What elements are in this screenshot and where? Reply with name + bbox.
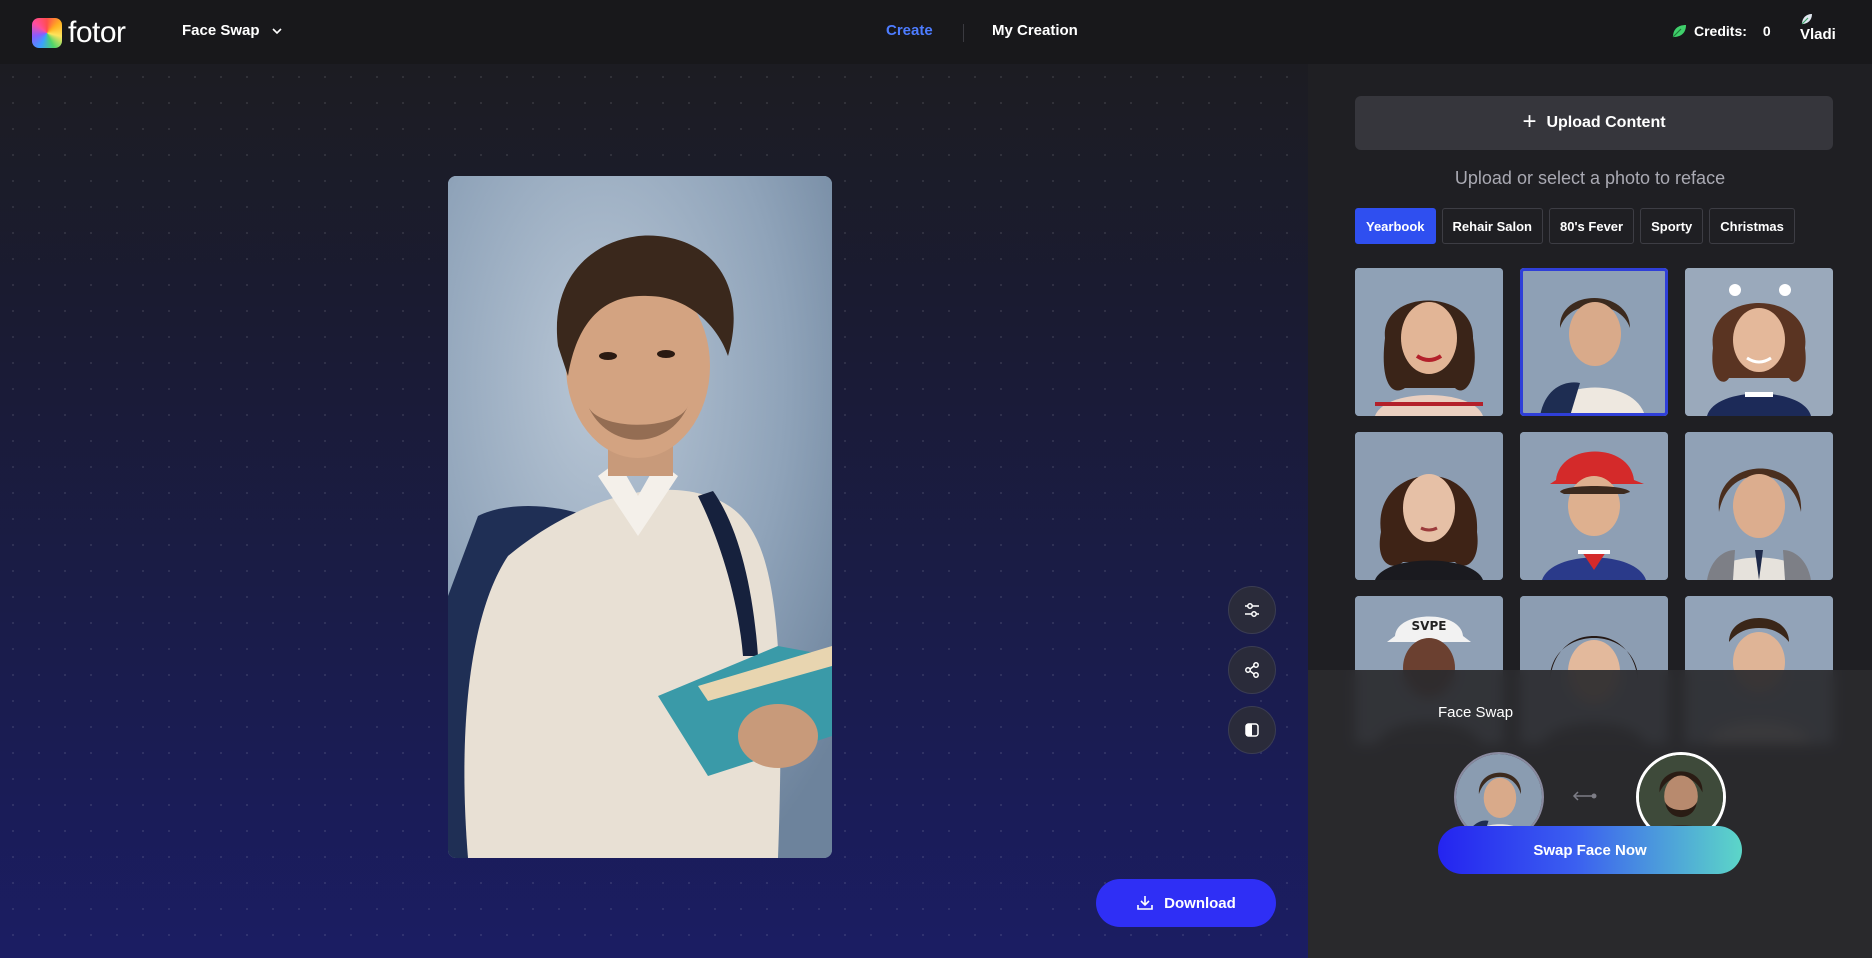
main-nav: Create My Creation <box>0 22 1872 42</box>
editor-canvas: Download <box>0 64 1308 958</box>
face-swap-title: Face Swap <box>1438 704 1514 721</box>
swap-arrow-icon <box>1572 791 1597 801</box>
compare-button[interactable] <box>1228 706 1276 754</box>
avatar-icon <box>1801 14 1812 25</box>
tab-yearbook[interactable]: Yearbook <box>1355 208 1436 244</box>
panel-hint: Upload or select a photo to reface <box>1454 168 1726 188</box>
nav-divider <box>963 24 964 42</box>
adjust-icon <box>1245 603 1259 617</box>
svg-text:SVPE: SVPE <box>1412 619 1447 633</box>
tab-rehair-salon[interactable]: Rehair Salon <box>1441 208 1543 244</box>
swap-face-now-button[interactable]: Swap Face Now <box>1438 826 1742 874</box>
share-button[interactable] <box>1228 646 1276 694</box>
nav-my-creation[interactable]: My Creation <box>992 22 1078 39</box>
tab-sporty[interactable]: Sporty <box>1640 208 1704 244</box>
template-thumbnail[interactable] <box>1520 432 1668 580</box>
share-icon <box>1245 662 1259 678</box>
user-name: Vladi <box>1800 26 1836 43</box>
nav-create[interactable]: Create <box>886 22 933 39</box>
top-bar: fotor Face Swap Create My Creation Credi… <box>0 0 1872 64</box>
adjust-button[interactable] <box>1228 586 1276 634</box>
template-thumbnail[interactable] <box>1355 268 1503 416</box>
upload-content-label: Upload Content <box>1546 114 1666 131</box>
template-panel: + Upload Content Upload or select a phot… <box>1308 64 1872 958</box>
credits-label: Credits: <box>1694 23 1747 39</box>
template-thumbnail[interactable] <box>1685 268 1833 416</box>
template-thumbnail[interactable] <box>1685 432 1833 580</box>
credits-display[interactable]: Credits: 0 <box>1670 22 1771 40</box>
face-swap-card: Face Swap Swap Face Now <box>1308 670 1872 958</box>
template-thumbnail-selected[interactable] <box>1520 268 1668 416</box>
plus-icon: + <box>1522 108 1537 135</box>
tab-christmas[interactable]: Christmas <box>1709 208 1795 244</box>
upload-content-button[interactable]: + Upload Content <box>1355 96 1833 150</box>
download-label: Download <box>1164 894 1236 912</box>
compare-icon <box>1245 723 1259 737</box>
category-tabs: Yearbook Rehair Salon 80's Fever Sporty … <box>1355 208 1795 244</box>
download-button[interactable]: Download <box>1096 879 1276 927</box>
user-menu[interactable]: Vladi <box>1800 12 1840 43</box>
template-thumbnail[interactable] <box>1355 432 1503 580</box>
leaf-icon <box>1672 25 1686 38</box>
download-icon <box>1137 896 1153 910</box>
result-image <box>448 176 832 858</box>
tab-80s-fever[interactable]: 80's Fever <box>1549 208 1635 244</box>
credits-value: 0 <box>1762 23 1771 39</box>
